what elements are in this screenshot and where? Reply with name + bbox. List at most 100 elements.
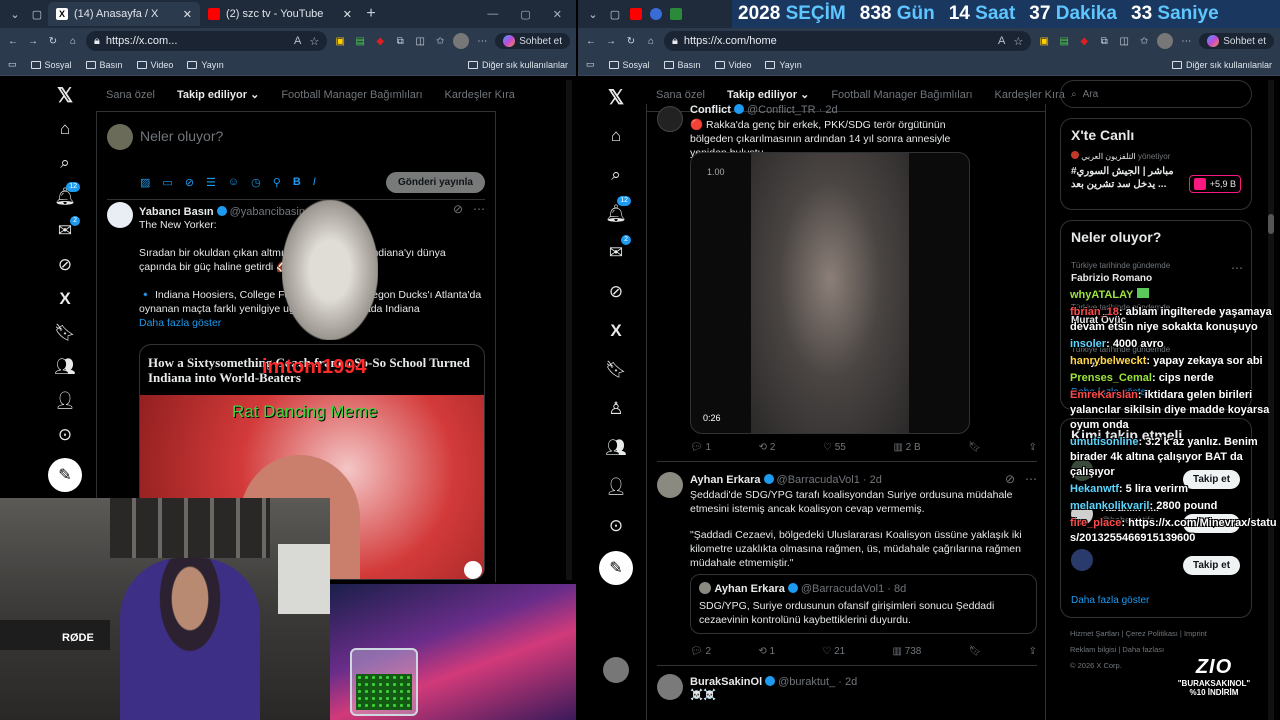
minimize-icon[interactable]: — [487, 8, 498, 21]
bookmark-icon[interactable]: 🔖︎ [969, 646, 982, 657]
tab-following[interactable]: Takip ediliyor ⌄ [727, 88, 809, 101]
search-input[interactable]: ⌕ Ara [1060, 80, 1252, 108]
new-tab-icon[interactable]: + [360, 3, 382, 25]
read-aloud-icon[interactable]: A [294, 35, 301, 48]
tweet-author-handle[interactable]: @Conflict_TR [747, 104, 816, 116]
footer-link[interactable]: Çerez Politikası [1126, 629, 1178, 638]
post-button[interactable]: Gönderi yayınla [385, 172, 485, 193]
read-aloud-icon[interactable]: A [998, 35, 1005, 48]
share-icon[interactable]: ⇪ [1029, 646, 1037, 657]
tweet-author-name[interactable]: Conflict [690, 104, 731, 116]
tab-actions-icon[interactable]: ⌄ [4, 3, 26, 25]
home-icon[interactable]: ⌂ [599, 116, 633, 155]
favorites-icon[interactable]: ✩ [433, 34, 447, 48]
bookmark-folder[interactable]: Basın [85, 60, 123, 70]
yabanci-basin-avatar[interactable] [107, 202, 133, 228]
address-bar[interactable]: 🔒︎ https://x.com... A ☆ [86, 31, 328, 51]
bookmark-folder[interactable]: Sosyal [608, 60, 650, 70]
bookmark-folder[interactable]: Video [136, 60, 173, 70]
reply-button[interactable]: 💬︎ 2 [690, 646, 711, 657]
workspaces-icon[interactable]: ▢ [604, 3, 626, 25]
copilot-chat-button[interactable]: Sohbet et [495, 33, 570, 49]
search-icon[interactable]: ⌕ [599, 155, 633, 194]
footer-link[interactable]: Hizmet Şartları [1070, 629, 1120, 638]
forward-icon[interactable]: → [26, 34, 40, 48]
grok-icon[interactable]: ⊘ [453, 202, 463, 216]
close-window-icon[interactable]: ✕ [553, 8, 562, 21]
bookmark-folder[interactable]: Video [714, 60, 751, 70]
search-icon[interactable]: ⌕ [48, 146, 82, 180]
reading-list-icon[interactable]: ▭ [8, 59, 17, 70]
user-avatar[interactable] [107, 124, 133, 150]
tab-following[interactable]: Takip ediliyor ⌄ [177, 88, 259, 101]
puzzle-icon[interactable]: ⧉ [393, 34, 407, 48]
refresh-icon[interactable]: ↻ [624, 34, 638, 48]
tab-for-you[interactable]: Sana özel [656, 89, 705, 101]
tweet-author-name[interactable]: Ayhan Erkara [690, 474, 761, 486]
split-screen-icon[interactable]: ◫ [413, 34, 427, 48]
close-tab-icon[interactable]: ✕ [183, 8, 192, 21]
puzzle-icon[interactable]: ⧉ [1097, 34, 1111, 48]
x-logo-icon[interactable]: 𝕏 [48, 78, 82, 112]
tweet-time[interactable]: 2d [870, 474, 882, 486]
tab-x-home[interactable]: X (14) Anasayfa / X ✕ [48, 2, 200, 26]
youtube-icon[interactable] [630, 8, 642, 20]
scrollbar[interactable] [566, 80, 572, 580]
extension-icon[interactable]: ◆ [1077, 34, 1091, 48]
share-icon[interactable]: ⇪ [1029, 442, 1037, 453]
gif-icon[interactable]: ▭ [162, 176, 172, 189]
follow-button[interactable]: Takip et [1183, 556, 1241, 575]
tab-list-fm[interactable]: Football Manager Bağımlıları [831, 89, 972, 101]
playback-speed[interactable]: 1.00 [707, 167, 725, 177]
quoted-tweet[interactable]: Ayhan Erkara @BarracudaVol1 · 8d SDG/YPG,… [690, 574, 1037, 634]
emoji-icon[interactable]: ☺ [228, 176, 239, 189]
back-icon[interactable]: ← [6, 34, 20, 48]
tab-list-kardesler[interactable]: Kardeşler Kıra [995, 89, 1065, 101]
messages-icon[interactable]: ✉ 2 [599, 233, 633, 272]
profile-avatar[interactable] [453, 33, 470, 49]
more-options-icon[interactable]: ⋯ [1231, 261, 1243, 275]
tab-list-kardesler[interactable]: Kardeşler Kıra [445, 89, 515, 101]
more-icon[interactable]: ⊙ [599, 506, 633, 545]
trend-item[interactable]: Türkiye tarihinde gündemde Fabrizio Roma… [1071, 261, 1243, 284]
poll-icon[interactable]: ☰ [206, 176, 216, 189]
bookmarks-icon[interactable]: 🔖︎ [48, 316, 82, 350]
copilot-chat-button[interactable]: Sohbet et [1199, 33, 1274, 49]
footer-link[interactable]: Daha fazlası [1122, 645, 1164, 654]
grok-icon[interactable]: ⊘ [185, 176, 194, 189]
split-screen-icon[interactable]: ◫ [1117, 34, 1131, 48]
conflict-avatar[interactable] [657, 106, 683, 132]
suggestion-avatar[interactable] [1071, 549, 1093, 571]
forward-icon[interactable]: → [604, 34, 618, 48]
bookmark-folder[interactable]: Yayın [187, 60, 224, 70]
grok-icon[interactable]: ⊘ [1005, 472, 1015, 486]
tab-youtube[interactable]: (2) szc tv - YouTube ✕ [200, 2, 360, 26]
more-options-icon[interactable]: ⋯ [473, 202, 485, 216]
other-bookmarks[interactable]: Diğer sık kullanılanlar [1171, 60, 1272, 70]
reply-button[interactable]: 💬︎ 1 [690, 442, 711, 453]
extension-icon[interactable]: ▣ [1037, 34, 1051, 48]
communities-icon[interactable]: 👥︎ [48, 350, 82, 384]
more-icon[interactable]: ⊙ [48, 418, 82, 452]
tweet-author-name[interactable]: Yabancı Basın [139, 206, 214, 218]
video-player[interactable]: 1.00 0:26 [690, 152, 970, 434]
tweet-conflict[interactable]: Conflict @Conflict_TR · 2d 🔴 Rakka'da gen… [657, 104, 1037, 462]
back-icon[interactable]: ← [584, 34, 598, 48]
profile-icon[interactable]: 👤︎ [599, 467, 633, 506]
views-button[interactable]: ▥ 738 [892, 646, 921, 657]
premium-x-icon[interactable]: X [599, 311, 633, 350]
tweet-ayhan-erkara[interactable]: Ayhan Erkara @BarracudaVol1 · 2d ⊘ ⋯ Şedd… [657, 470, 1037, 666]
communities-icon[interactable]: 👥︎ [599, 428, 633, 467]
address-bar[interactable]: 🔒︎ https://x.com/home A ☆ [664, 31, 1032, 51]
tweet-time[interactable]: 2d [845, 676, 857, 688]
more-options-icon[interactable]: ⋯ [1025, 472, 1037, 486]
italic-icon[interactable]: I [313, 176, 316, 189]
footer-link[interactable]: Imprint [1184, 629, 1207, 638]
x-logo-icon[interactable]: 𝕏 [599, 78, 633, 116]
other-bookmarks[interactable]: Diğer sık kullanılanlar [467, 60, 568, 70]
grok-icon[interactable]: ⊘ [48, 248, 82, 282]
buraksakinol-avatar[interactable] [657, 674, 683, 700]
home-icon[interactable]: ⌂ [66, 34, 80, 48]
favorite-star-icon[interactable]: ☆ [1013, 35, 1023, 48]
schedule-icon[interactable]: ◷ [251, 176, 261, 189]
